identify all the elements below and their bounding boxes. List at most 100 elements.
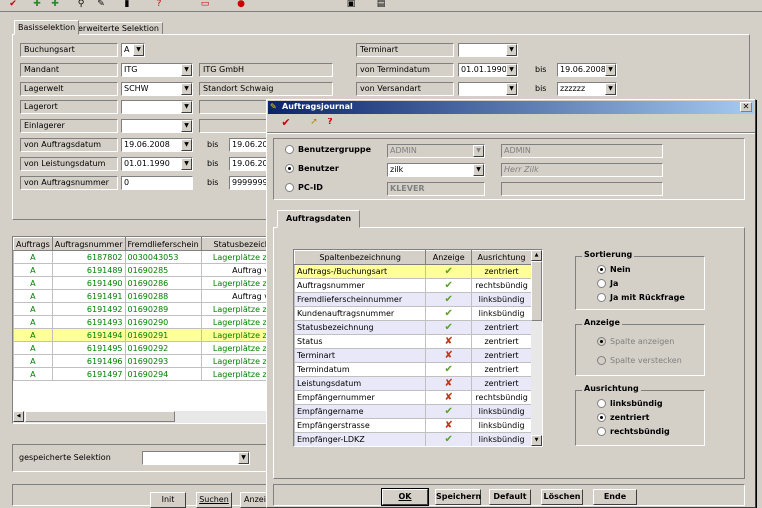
edit-icon[interactable]: ✎ xyxy=(92,0,110,10)
table-row[interactable]: A619149301690290Lagerplätze zugeordn xyxy=(13,315,269,329)
column-grid[interactable]: Spaltenbezeichnung Anzeige Ausrichtung Auf… xyxy=(293,249,543,447)
check-icon[interactable]: ✔ xyxy=(425,432,473,446)
grid-row[interactable]: Empfänger-LDKZ ✔ linksbündig xyxy=(294,432,532,446)
chevron-down-icon[interactable]: ▼ xyxy=(605,83,616,95)
scroll-thumb[interactable] xyxy=(25,411,175,422)
pdf-icon[interactable]: ▭ xyxy=(196,0,214,10)
grid-row[interactable]: Termindatum ✔ zentriert xyxy=(294,362,532,377)
table-row[interactable]: A619148901690285Auftrag verbucht xyxy=(13,263,269,277)
versandart-from[interactable]: ▼ xyxy=(458,82,518,96)
init-button[interactable]: Init xyxy=(150,492,186,508)
ende-button[interactable]: Ende xyxy=(593,489,637,505)
cross-icon[interactable]: ✘ xyxy=(425,376,473,391)
lagerwelt-select[interactable]: SCHW ▼ xyxy=(121,82,193,96)
saved-selection-select[interactable]: ▼ xyxy=(142,451,250,465)
dialog-titlebar[interactable]: ✎ Auftragsjournal ✕ xyxy=(268,101,754,114)
scroll-left-icon[interactable]: ◀ xyxy=(13,411,24,422)
grid-vscrollbar[interactable]: ▲ ▼ xyxy=(531,250,542,446)
mandant-select[interactable]: ITG ▼ xyxy=(121,63,193,77)
grid-row[interactable]: Status ✘ zentriert xyxy=(294,334,532,349)
order-list[interactable]: Auftrags Auftragsnummer Fremdlieferschein S… xyxy=(12,236,270,424)
pcid-radio[interactable]: PC-ID xyxy=(285,183,323,192)
leistungsdatum-from[interactable]: 01.01.1990 ▼ xyxy=(121,157,193,171)
check-icon[interactable]: ✔ xyxy=(425,264,473,279)
grid-row[interactable]: Statusbezeichnung ✔ zentriert xyxy=(294,320,532,335)
auftragsnummer-from[interactable]: 0 xyxy=(121,176,193,190)
help-icon[interactable]: ? xyxy=(150,0,168,10)
chevron-down-icon[interactable]: ▼ xyxy=(133,44,144,56)
binoculars-icon[interactable]: ⚲ xyxy=(72,0,90,10)
check-icon[interactable]: ✔ xyxy=(425,404,473,419)
column-header[interactable]: Anzeige xyxy=(425,250,473,265)
confirm-check-icon[interactable]: ✔ xyxy=(277,118,295,130)
column-header[interactable]: Statusbezeichnung xyxy=(200,237,269,251)
scroll-up-icon[interactable]: ▲ xyxy=(531,250,542,261)
cross-icon[interactable]: ✘ xyxy=(425,348,473,363)
grid-row[interactable]: Auftrags-/Buchungsart ✔ zentriert xyxy=(294,264,532,279)
tab-auftragsdaten[interactable]: Auftragsdaten xyxy=(277,210,361,228)
auftragsdatum-from[interactable]: 19.06.2008 ▼ xyxy=(121,138,193,152)
speichern-button[interactable]: Speichern xyxy=(435,489,481,505)
suchen-button[interactable]: Suchen xyxy=(196,492,232,508)
table-row[interactable]: A619149201690289Lagerplätze zugeordn xyxy=(13,302,269,316)
grid-row[interactable]: Fremdlieferscheinnummer ✔ linksbündig xyxy=(294,292,532,307)
chevron-down-icon[interactable]: ▼ xyxy=(605,64,616,76)
benutzergruppe-select[interactable]: ADMIN ▼ xyxy=(387,144,485,158)
table-row[interactable]: A619149701690294Lagerplätze zugeordn xyxy=(13,367,269,381)
table-row[interactable]: A619149601690293Lagerplätze zugeordn xyxy=(13,354,269,368)
grid-row[interactable]: Empfängerstrasse ✘ linksbündig xyxy=(294,418,532,433)
column-header[interactable]: Auftrags xyxy=(13,237,53,251)
grid-row[interactable]: Empfängernummer ✘ rechtsbündig xyxy=(294,390,532,405)
chevron-down-icon[interactable]: ▼ xyxy=(473,145,484,157)
align-zentriert-radio[interactable]: zentriert xyxy=(597,413,649,422)
close-icon[interactable]: ✕ xyxy=(740,102,752,112)
benutzergruppe-radio[interactable]: Benutzergruppe xyxy=(285,145,371,154)
versandart-to[interactable]: zzzzzz ▼ xyxy=(557,82,617,96)
spalte-verstecken-radio[interactable]: Spalte verstecken xyxy=(597,356,682,365)
chevron-down-icon[interactable]: ▼ xyxy=(506,83,517,95)
chevron-down-icon[interactable]: ▼ xyxy=(181,83,192,95)
loeschen-button[interactable]: Löschen xyxy=(541,489,583,505)
ok-button[interactable]: OK xyxy=(381,488,429,506)
chevron-down-icon[interactable]: ▼ xyxy=(181,158,192,170)
grid-row[interactable]: Leistungsdatum ✘ zentriert xyxy=(294,376,532,391)
sort-rueckfrage-radio[interactable]: Ja mit Rückfrage xyxy=(597,293,685,302)
check-icon[interactable]: ✔ xyxy=(425,292,473,307)
grid-row[interactable]: Kundenauftragsnummer ✔ linksbündig xyxy=(294,306,532,321)
einlagerer-select[interactable]: ▼ xyxy=(121,119,193,133)
spalte-anzeigen-radio[interactable]: Spalte anzeigen xyxy=(597,337,674,346)
delete-icon[interactable]: ▮ xyxy=(118,0,136,10)
grid-row[interactable]: Terminart ✘ zentriert xyxy=(294,348,532,363)
column-header[interactable]: Ausrichtung xyxy=(471,250,532,265)
cross-icon[interactable]: ✘ xyxy=(425,418,473,433)
chevron-down-icon[interactable]: ▼ xyxy=(238,452,249,464)
preview-icon[interactable]: ▤ xyxy=(372,0,390,10)
chevron-down-icon[interactable]: ▼ xyxy=(506,64,517,76)
default-button[interactable]: Default xyxy=(489,489,531,505)
sort-nein-radio[interactable]: Nein xyxy=(597,265,631,274)
exit-icon[interactable]: ● xyxy=(232,0,250,10)
help-icon[interactable]: ? xyxy=(321,118,339,130)
column-header[interactable]: Auftragsnummer xyxy=(51,237,126,251)
grid-row[interactable]: Empfängername ✔ linksbündig xyxy=(294,404,532,419)
table-row[interactable]: A619149001690286Lagerplätze zugeordn xyxy=(13,276,269,290)
print-icon[interactable]: ▣ xyxy=(342,0,360,10)
align-links-radio[interactable]: linksbündig xyxy=(597,399,663,408)
chevron-down-icon[interactable]: ▼ xyxy=(181,101,192,113)
chevron-down-icon[interactable]: ▼ xyxy=(181,139,192,151)
list-hscrollbar[interactable]: ◀ xyxy=(13,411,269,423)
buchungsart-select[interactable]: A ▼ xyxy=(121,43,145,57)
column-header[interactable]: Fremdlieferschein xyxy=(124,237,202,251)
benutzer-select[interactable]: zilk ▼ xyxy=(387,163,485,177)
leistungsdatum-to[interactable]: 19.06.2008 xyxy=(229,157,267,171)
chevron-down-icon[interactable]: ▼ xyxy=(181,120,192,132)
check-icon[interactable]: ✔ xyxy=(425,306,473,321)
lagerort-select[interactable]: ▼ xyxy=(121,100,193,114)
add-icon[interactable]: ✚ xyxy=(28,0,46,10)
chevron-down-icon[interactable]: ▼ xyxy=(181,64,192,76)
chevron-down-icon[interactable]: ▼ xyxy=(473,164,484,176)
align-rechts-radio[interactable]: rechtsbündig xyxy=(597,427,670,436)
benutzer-radio[interactable]: Benutzer xyxy=(285,164,339,173)
termindatum-to[interactable]: 19.06.2008 ▼ xyxy=(557,63,617,77)
cross-icon[interactable]: ✘ xyxy=(425,390,473,405)
